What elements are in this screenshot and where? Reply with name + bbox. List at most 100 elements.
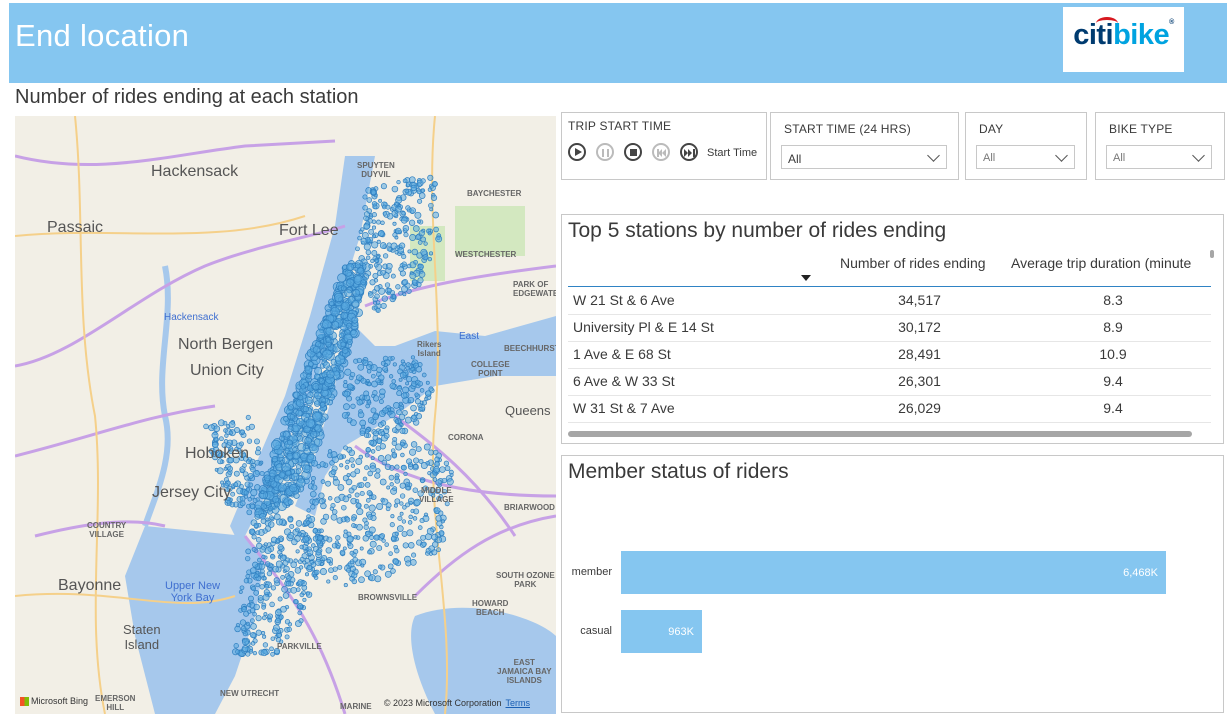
station-point[interactable] [297, 394, 304, 401]
station-point[interactable] [381, 498, 389, 506]
station-point[interactable] [370, 189, 377, 196]
station-point[interactable] [351, 299, 360, 308]
station-point[interactable] [378, 198, 383, 203]
station-point[interactable] [270, 554, 276, 560]
station-point[interactable] [376, 545, 383, 552]
station-point[interactable] [406, 263, 412, 269]
station-point[interactable] [330, 306, 340, 317]
station-point[interactable] [371, 250, 378, 256]
station-point[interactable] [341, 411, 349, 419]
station-point[interactable] [346, 383, 354, 391]
station-point[interactable] [302, 597, 307, 602]
station-point[interactable] [415, 366, 423, 373]
station-point[interactable] [357, 235, 362, 241]
station-point[interactable] [348, 449, 356, 457]
station-point[interactable] [367, 381, 372, 387]
station-point[interactable] [408, 514, 413, 520]
station-point[interactable] [371, 241, 379, 249]
station-point[interactable] [358, 576, 365, 584]
station-point[interactable] [259, 470, 265, 477]
station-point[interactable] [307, 391, 314, 399]
station-point[interactable] [415, 446, 422, 453]
station-point[interactable] [245, 621, 250, 626]
station-point[interactable] [270, 585, 276, 591]
station-point[interactable] [370, 449, 376, 454]
station-point[interactable] [252, 650, 258, 656]
station-point[interactable] [262, 642, 269, 648]
station-point[interactable] [368, 504, 376, 512]
station-point[interactable] [339, 463, 344, 468]
station-point[interactable] [297, 610, 303, 616]
station-point[interactable] [392, 362, 397, 367]
station-point[interactable] [369, 279, 376, 286]
station-point[interactable] [244, 475, 250, 481]
station-point[interactable] [357, 363, 365, 371]
station-point[interactable] [402, 178, 408, 184]
station-point[interactable] [252, 498, 258, 503]
station-point[interactable] [286, 452, 294, 460]
station-point[interactable] [299, 556, 305, 562]
station-point[interactable] [311, 459, 318, 467]
station-point[interactable] [401, 254, 407, 260]
station-point[interactable] [254, 573, 259, 579]
station-point[interactable] [306, 564, 313, 571]
station-point[interactable] [362, 194, 368, 200]
station-point[interactable] [312, 345, 321, 354]
station-point[interactable] [322, 349, 333, 360]
station-point[interactable] [412, 225, 420, 232]
station-point[interactable] [390, 568, 396, 574]
station-point[interactable] [227, 465, 233, 472]
station-point[interactable] [391, 294, 397, 299]
station-point[interactable] [401, 211, 406, 216]
start-time-dropdown[interactable]: All [781, 145, 947, 169]
station-point[interactable] [284, 634, 290, 640]
station-point[interactable] [385, 262, 393, 270]
station-point[interactable] [449, 472, 454, 477]
station-point[interactable] [363, 503, 369, 509]
station-point[interactable] [398, 413, 406, 421]
station-point[interactable] [255, 530, 261, 536]
station-point[interactable] [268, 515, 274, 521]
station-point[interactable] [325, 480, 332, 487]
station-point[interactable] [310, 490, 317, 498]
station-point[interactable] [384, 282, 391, 288]
bike-type-dropdown[interactable]: All [1106, 145, 1212, 169]
station-point[interactable] [240, 625, 247, 632]
station-point[interactable] [287, 499, 294, 506]
station-point[interactable] [254, 438, 260, 445]
station-point[interactable] [417, 525, 423, 530]
station-point[interactable] [340, 516, 347, 523]
station-point[interactable] [362, 205, 368, 211]
station-point[interactable] [396, 179, 401, 185]
station-point[interactable] [245, 425, 251, 431]
station-point[interactable] [270, 651, 275, 657]
station-point[interactable] [364, 428, 370, 434]
station-point[interactable] [306, 514, 311, 519]
station-point[interactable] [410, 404, 417, 412]
station-point[interactable] [386, 485, 391, 490]
station-point[interactable] [311, 484, 318, 491]
station-point[interactable] [285, 581, 292, 587]
station-point[interactable] [330, 513, 338, 521]
station-point[interactable] [379, 443, 386, 450]
station-point[interactable] [355, 458, 363, 465]
station-point[interactable] [435, 235, 443, 243]
station-point[interactable] [259, 560, 265, 566]
station-point[interactable] [289, 483, 298, 493]
station-point[interactable] [213, 425, 221, 432]
station-point[interactable] [431, 549, 438, 556]
station-point[interactable] [339, 549, 346, 556]
station-point[interactable] [241, 645, 249, 652]
station-point[interactable] [422, 254, 429, 261]
station-point[interactable] [357, 411, 365, 419]
station-point[interactable] [248, 482, 254, 488]
station-point[interactable] [378, 230, 385, 237]
station-point[interactable] [335, 544, 341, 550]
station-point[interactable] [401, 392, 408, 399]
station-point[interactable] [288, 404, 295, 411]
station-point[interactable] [370, 456, 375, 461]
station-point[interactable] [250, 466, 256, 473]
station-point[interactable] [432, 211, 440, 219]
station-point[interactable] [387, 563, 394, 570]
station-point[interactable] [328, 567, 334, 574]
